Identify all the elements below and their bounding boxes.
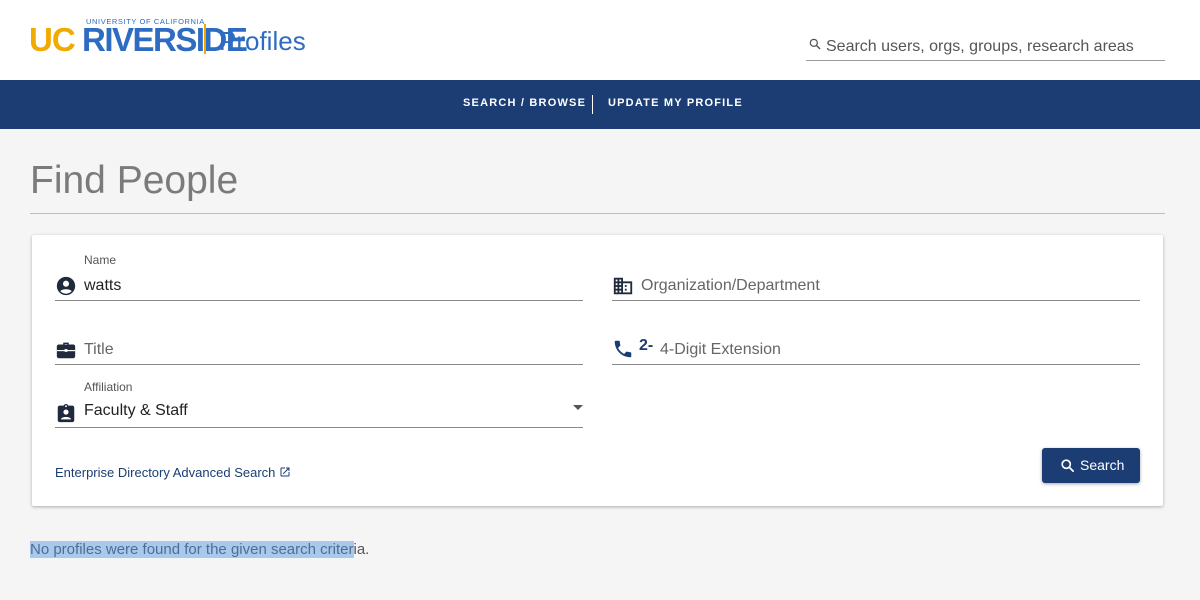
logo-uc-text: UC xyxy=(29,21,76,58)
chevron-down-icon xyxy=(573,405,583,410)
global-search-input[interactable] xyxy=(826,36,1161,58)
selected-text: No profiles were found for the given sea… xyxy=(30,541,354,558)
nav-search-browse[interactable]: SEARCH / BROWSE xyxy=(463,97,586,109)
title-input[interactable] xyxy=(84,339,580,361)
name-label: Name xyxy=(84,253,117,267)
advanced-search-link[interactable]: Enterprise Directory Advanced Search xyxy=(55,465,291,480)
search-icon xyxy=(809,38,821,50)
nav-update-profile[interactable]: UPDATE MY PROFILE xyxy=(608,97,743,109)
title-field xyxy=(55,325,583,365)
search-button[interactable]: Search xyxy=(1042,448,1140,483)
page-title: Find People xyxy=(30,159,239,202)
phone-icon xyxy=(614,340,632,358)
title-divider xyxy=(30,213,1165,214)
external-link-icon xyxy=(280,467,290,477)
account-circle-icon xyxy=(56,276,76,296)
building-icon xyxy=(613,277,633,295)
extension-input[interactable] xyxy=(660,339,1130,361)
extension-field: 2- xyxy=(612,325,1140,365)
id-badge-icon xyxy=(57,404,75,423)
nav-divider xyxy=(592,95,593,114)
affiliation-label: Affiliation xyxy=(84,380,133,394)
no-results-message: No profiles were found for the given sea… xyxy=(30,541,369,558)
advanced-search-label: Enterprise Directory Advanced Search xyxy=(55,465,276,480)
briefcase-icon xyxy=(56,342,76,359)
logo-divider xyxy=(204,24,206,54)
message-rest: ia. xyxy=(353,541,370,558)
global-search xyxy=(806,34,1165,61)
name-field: Name xyxy=(55,253,583,301)
search-button-label: Search xyxy=(1080,457,1125,473)
search-form-card: Name 2- xyxy=(32,235,1163,506)
extension-prefix: 2- xyxy=(639,337,654,354)
name-input[interactable] xyxy=(84,275,580,297)
app-name: Profiles xyxy=(219,26,306,56)
organization-input[interactable] xyxy=(641,275,1137,297)
site-header: UNIVERSITY OF CALIFORNIA UC RIVERSIDE Pr… xyxy=(0,0,1200,80)
main-nav: SEARCH / BROWSE UPDATE MY PROFILE xyxy=(0,80,1200,129)
affiliation-select[interactable]: Affiliation Faculty & Staff xyxy=(55,380,583,428)
search-icon xyxy=(1061,459,1074,472)
affiliation-value: Faculty & Staff xyxy=(84,402,188,419)
organization-field xyxy=(612,261,1140,301)
